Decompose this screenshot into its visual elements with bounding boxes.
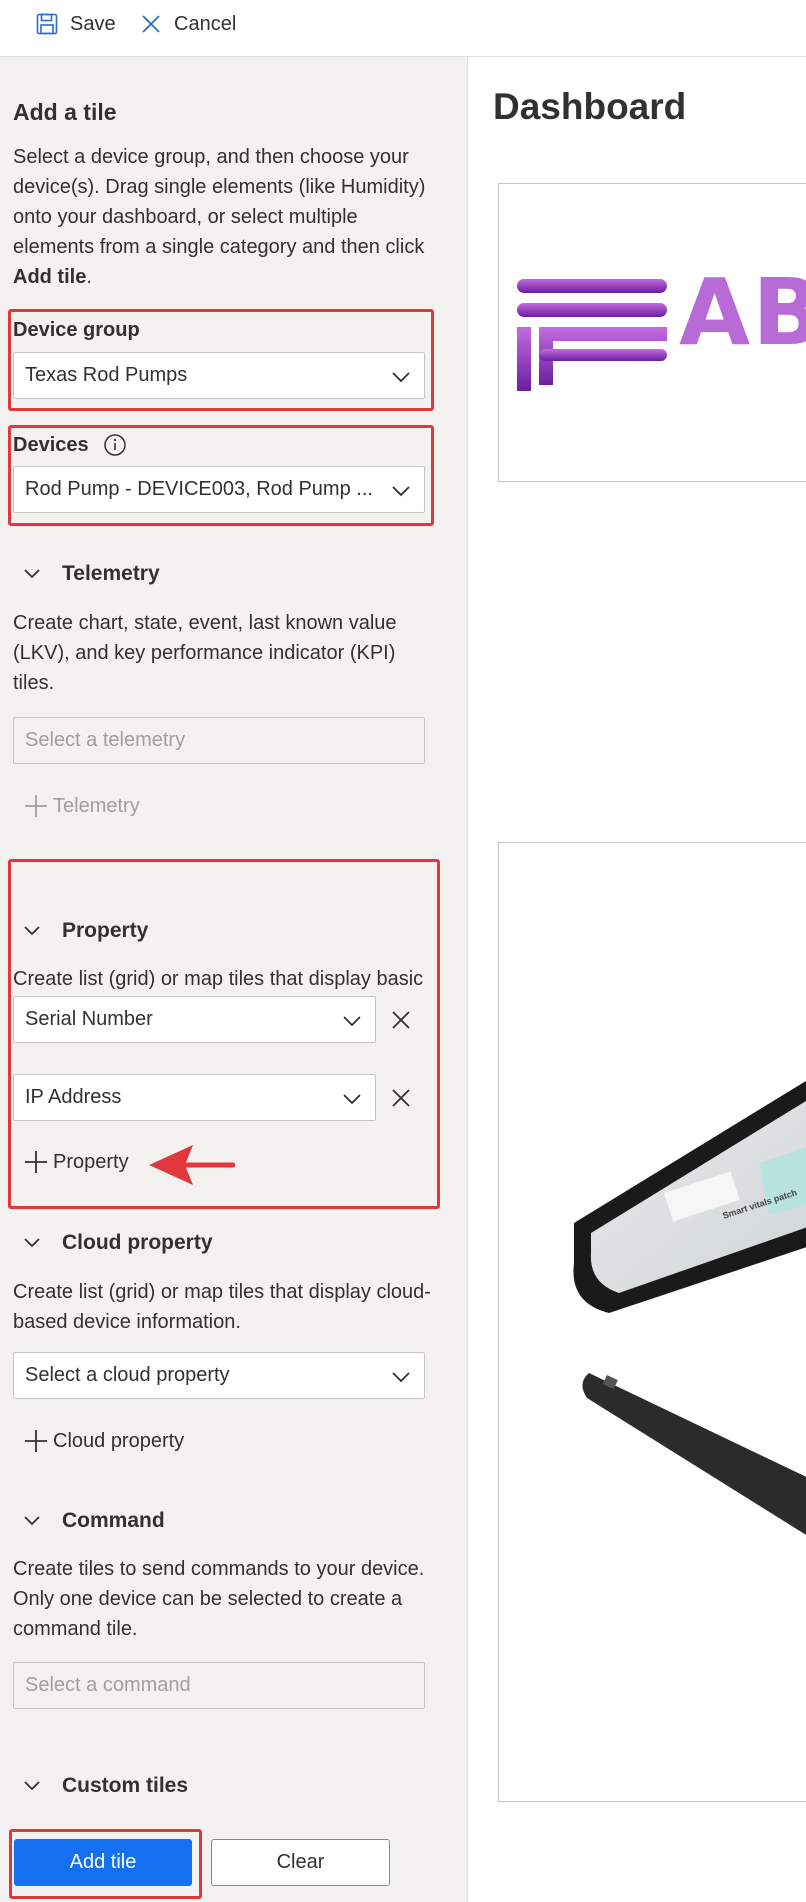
close-icon (392, 1011, 410, 1029)
logo-tile[interactable]: AB (498, 183, 806, 482)
chevron-down-icon (343, 1094, 361, 1105)
chevron-down-icon (24, 1516, 40, 1526)
close-icon (142, 15, 160, 33)
chevron-down-icon (24, 569, 40, 579)
telemetry-heading: Telemetry (62, 562, 160, 585)
cancel-button[interactable]: Cancel (140, 8, 236, 40)
chevron-down-icon (24, 926, 40, 936)
info-icon[interactable] (103, 433, 127, 457)
custom-tiles-section-toggle[interactable]: Custom tiles (22, 1774, 188, 1798)
image-tile[interactable]: Smart vitals patch (498, 842, 806, 1802)
remove-property-button[interactable] (386, 1005, 416, 1035)
add-telemetry-button[interactable]: Telemetry (23, 793, 140, 819)
command-section-toggle[interactable]: Command (22, 1509, 165, 1533)
cloud-property-section-toggle[interactable]: Cloud property (22, 1231, 213, 1255)
pane-title: Add a tile (13, 99, 117, 125)
cloud-property-description: Create list (grid) or map tiles that dis… (13, 1281, 431, 1333)
custom-tiles-heading: Custom tiles (62, 1774, 189, 1797)
chevron-down-icon (392, 486, 410, 497)
plus-icon (25, 1430, 47, 1452)
property-heading: Property (62, 919, 149, 942)
command-description: Create tiles to send commands to your de… (13, 1558, 425, 1640)
intro-period: . (86, 266, 92, 288)
add-tile-button[interactable]: Add tile (14, 1839, 192, 1886)
close-icon (392, 1089, 410, 1107)
remove-property-button[interactable] (386, 1083, 416, 1113)
add-cloud-property-label: Cloud property (53, 1429, 185, 1452)
property-value: IP Address (25, 1086, 122, 1108)
red-arrow-annotation (149, 1145, 235, 1185)
devices-dropdown[interactable]: Rod Pump - DEVICE003, Rod Pump ... (13, 466, 425, 513)
plus-icon (25, 1151, 47, 1173)
clear-button[interactable]: Clear (211, 1839, 390, 1886)
property-value: Serial Number (25, 1008, 153, 1030)
intro-bold-add-tile: Add tile (13, 266, 87, 288)
property-dropdown-serial-number[interactable]: Serial Number (13, 996, 376, 1043)
devices-label: Devices (13, 433, 89, 456)
floppy-disk-icon (36, 13, 58, 35)
plus-icon (25, 795, 47, 817)
device-group-value: Texas Rod Pumps (25, 364, 188, 386)
command-bar: Save Cancel (0, 0, 806, 57)
command-placeholder: Select a command (25, 1674, 191, 1696)
add-cloud-property-button[interactable]: Cloud property (23, 1428, 184, 1454)
devices-label-row: Devices (13, 433, 127, 457)
chevron-down-icon (392, 372, 410, 383)
add-property-label: Property (53, 1150, 129, 1173)
property-dropdown-ip-address[interactable]: IP Address (13, 1074, 376, 1121)
company-logo (517, 279, 667, 391)
cancel-label: Cancel (174, 12, 237, 35)
logo-text: AB (679, 259, 806, 366)
command-heading: Command (62, 1509, 165, 1532)
telemetry-section-toggle[interactable]: Telemetry (22, 562, 160, 586)
chevron-down-icon (24, 1781, 40, 1791)
chevron-down-icon (343, 1016, 361, 1027)
pane-intro: Select a device group, and then choose y… (13, 142, 433, 292)
telemetry-description: Create chart, state, event, last known v… (13, 612, 397, 694)
command-dropdown[interactable]: Select a command (13, 1662, 425, 1709)
device-group-dropdown[interactable]: Texas Rod Pumps (13, 352, 425, 399)
save-label: Save (70, 12, 116, 35)
telemetry-dropdown[interactable]: Select a telemetry (13, 717, 425, 764)
add-telemetry-label: Telemetry (53, 794, 140, 817)
tablet-product-image (573, 1080, 806, 1535)
cloud-property-placeholder: Select a cloud property (25, 1364, 230, 1386)
chevron-down-icon (392, 1372, 410, 1383)
property-section-toggle[interactable]: Property (22, 919, 148, 943)
devices-value: Rod Pump - DEVICE003, Rod Pump ... (25, 478, 373, 500)
add-tile-pane: Add a tile Select a device group, and th… (0, 57, 468, 1902)
dashboard-title: Dashboard (493, 86, 687, 127)
intro-text: Select a device group, and then choose y… (13, 146, 426, 258)
add-property-button[interactable]: Property (23, 1149, 129, 1175)
cloud-property-dropdown[interactable]: Select a cloud property (13, 1352, 425, 1399)
chevron-down-icon (24, 1238, 40, 1248)
save-button[interactable]: Save (36, 8, 116, 40)
telemetry-placeholder: Select a telemetry (25, 729, 186, 751)
cloud-property-heading: Cloud property (62, 1231, 213, 1254)
device-group-label: Device group (13, 319, 140, 341)
